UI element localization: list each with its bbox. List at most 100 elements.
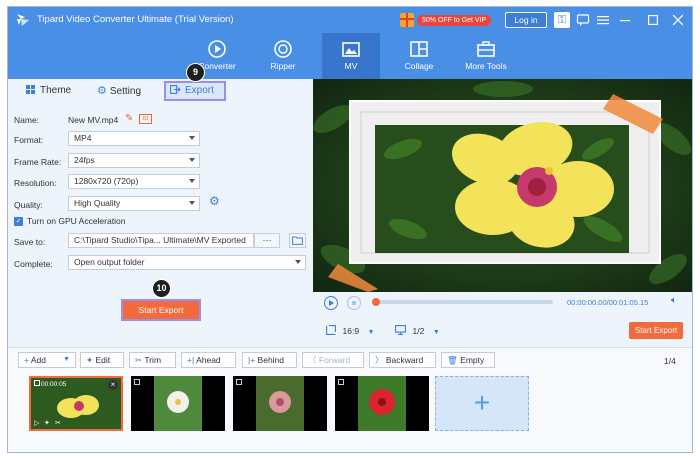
collage-icon [410,41,428,57]
backward-button[interactable]: 〉 Backward [369,352,436,368]
nav-more-tools[interactable]: More Tools [458,33,514,79]
clip-edit-icon[interactable]: ✦ [44,419,50,427]
player-controls: 00:00:00.00/00:01:05.15 🔈︎ 16:9 ▼ 1/2 ▼ … [313,292,692,347]
save-path-field[interactable]: C:\Tipard Studio\Tipa... Ultimate\MV Exp… [68,233,254,248]
film-icon [134,379,140,385]
tab-export-label: Export [185,85,214,96]
tab-setting[interactable]: ⚙ Setting [97,82,141,100]
start-export-button[interactable]: Start Export [121,299,201,321]
clip-1[interactable]: 00:00:05 × ▷ ✦ ✂ [29,376,123,431]
nav-collage[interactable]: Collage [390,33,448,79]
volume-icon[interactable]: 🔈︎ [671,295,677,306]
panel-tabs: Theme ⚙ Setting Export [8,79,313,101]
clip-trim-icon[interactable]: ✂ [55,419,61,427]
resolution-label: Resolution: [14,178,57,188]
frame-rate-select[interactable]: 24fps [68,153,200,168]
aspect-value: 16:9 [342,326,360,336]
login-button[interactable]: Log in [505,12,547,28]
toolbox-icon [477,41,495,57]
plus-icon: + [473,387,491,418]
play-button[interactable] [324,296,338,310]
stop-icon [352,301,356,305]
feedback-icon[interactable] [575,12,591,28]
clip-2[interactable] [131,376,225,431]
film-icon [338,379,344,385]
aspect-icon [326,325,336,335]
behind-button[interactable]: |+ Behind [242,352,297,368]
gift-icon [400,13,414,27]
time-display: 00:00:00.00/00:01:05.15 [567,298,649,307]
promo-label: 50% OFF to Get VIP [417,14,492,26]
grid-icon [26,83,35,101]
save-to-label: Save to: [14,237,46,247]
nav-mv[interactable]: MV [322,33,380,79]
quality-value: High Quality [74,198,121,208]
film-icon [236,379,242,385]
nav-more-tools-label: More Tools [465,61,507,71]
name-value[interactable]: New MV.mp4 [68,115,118,125]
chevron-down-icon [295,260,301,264]
empty-button[interactable]: 🗑︎ Empty [441,352,495,368]
chevron-down-icon [189,158,195,162]
progress-handle[interactable] [372,298,380,306]
converter-icon [208,40,226,58]
app-logo-icon [17,14,29,26]
screen-page-select[interactable]: 1/2 ▼ [395,325,440,336]
forward-button[interactable]: 〈 Forward [302,352,364,368]
preview-image [313,79,692,292]
edit-pencil-icon[interactable]: ✎ [125,113,133,124]
id-tag-icon[interactable]: ID [139,114,152,124]
clip-4[interactable] [335,376,429,431]
quality-settings-gear-icon[interactable]: ⚙ [209,194,220,208]
clip-1-duration: 00:00:05 [41,381,67,388]
chevron-down-icon [189,136,195,140]
ripper-icon [274,40,292,58]
key-icon[interactable]: ⚿ [554,12,570,28]
trim-button[interactable]: ✂ Trim [129,352,176,368]
maximize-icon[interactable] [645,12,661,28]
nav-ripper[interactable]: Ripper [254,33,312,79]
tab-theme[interactable]: Theme [26,82,71,100]
scissors-icon: ✂ [135,355,145,365]
start-export-secondary-button[interactable]: Start Export [629,322,683,339]
complete-select[interactable]: Open output folder [68,255,306,270]
promo-banner[interactable]: 50% OFF to Get VIP [400,12,492,28]
gpu-checkbox[interactable]: ✓ [14,217,23,226]
step-badge-10: 10 [152,279,171,298]
format-select[interactable]: MP4 [68,131,200,146]
clip-2-thumbnail [154,376,202,431]
export-icon [170,84,181,100]
play-icon [329,300,334,306]
edit-label: Edit [95,355,111,365]
aspect-ratio-select[interactable]: 16:9 ▼ [326,325,375,336]
clip-play-icon[interactable]: ▷ [34,419,39,427]
plus-icon: + [24,355,31,365]
chevron-down-icon: ▼ [63,356,70,363]
frame-rate-value: 24fps [74,155,95,165]
minimize-icon[interactable] [617,12,633,28]
monitor-icon [395,325,406,335]
clip-3[interactable] [233,376,327,431]
menu-icon[interactable] [595,12,611,28]
progress-bar[interactable] [372,298,553,306]
chevron-down-icon: ▼ [367,329,375,336]
ahead-icon: +| [187,355,197,365]
complete-value: Open output folder [74,257,145,267]
tab-export[interactable]: Export [164,81,226,101]
backward-icon: 〉 [375,355,386,365]
close-icon[interactable] [670,12,686,28]
resolution-select[interactable]: 1280x720 (720p) [68,174,200,189]
browse-button[interactable]: ··· [254,233,280,248]
ahead-button[interactable]: +| Ahead [181,352,236,368]
step-badge-9: 9 [186,63,205,82]
stop-button[interactable] [347,296,361,310]
open-folder-button[interactable] [289,233,306,248]
export-settings-panel: Theme ⚙ Setting Export 9 Name: New MV.mp4… [8,63,313,347]
nav-ripper-label: Ripper [270,61,296,71]
add-clip-button[interactable]: + [435,376,529,431]
remove-clip-icon[interactable]: × [108,380,118,390]
resolution-value: 1280x720 (720p) [74,176,139,186]
quality-select[interactable]: High Quality [68,196,200,211]
add-button[interactable]: + Add ▼ [18,352,76,368]
edit-button[interactable]: ✦ Edit [80,352,124,368]
